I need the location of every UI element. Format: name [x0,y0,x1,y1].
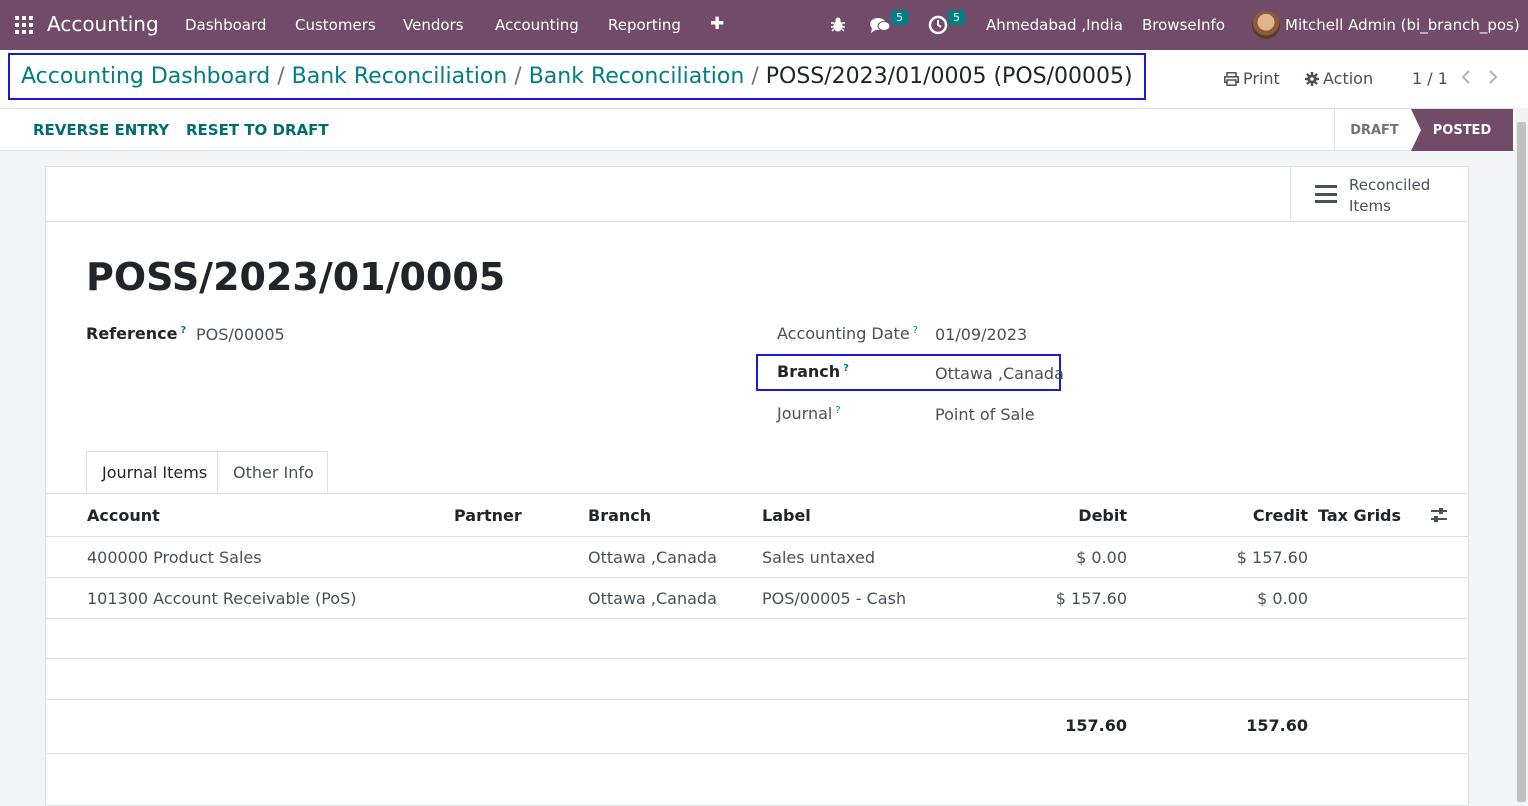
help-icon[interactable]: ? [913,325,918,336]
cell-debit: $ 0.00 [1076,548,1127,567]
website-link[interactable]: BrowseInfo [1142,16,1225,34]
company-switcher[interactable]: Ahmedabad ,India [986,16,1123,34]
status-draft[interactable]: DRAFT [1334,109,1414,151]
action-button[interactable]: Action [1305,69,1373,88]
reconciled-items-button[interactable]: Reconciled Items [1290,167,1468,222]
tab-other-info[interactable]: Other Info [218,451,328,493]
row-divider [46,618,1468,619]
column-partner[interactable]: Partner [454,506,522,525]
pager-next-icon[interactable] [1488,69,1498,85]
row-divider [46,658,1468,659]
gear-icon [1305,71,1319,86]
status-bar: REVERSE ENTRY RESET TO DRAFT DRAFT POSTE… [0,108,1528,151]
totals-divider [46,753,1468,754]
column-label[interactable]: Label [762,506,811,525]
activities-count-badge: 5 [948,10,965,25]
print-button[interactable]: Print [1224,69,1280,88]
user-menu[interactable]: Mitchell Admin (bi_branch_pos) [1285,16,1520,34]
column-account[interactable]: Account [87,506,160,525]
cell-label: Sales untaxed [762,548,876,567]
scrollbar-thumb[interactable] [1517,122,1526,802]
user-avatar[interactable] [1252,11,1280,39]
control-panel: Accounting Dashboard / Bank Reconciliati… [0,50,1528,151]
status-posted[interactable]: POSTED [1411,109,1513,151]
record-title: POSS/2023/01/0005 [86,255,506,299]
messages-count-badge: 5 [891,10,908,25]
branch-label: Branch? [777,362,849,381]
app-name[interactable]: Accounting [47,12,159,36]
cell-account: 101300 Account Receivable (PoS) [87,589,357,608]
main-navbar: Accounting Dashboard Customers Vendors A… [0,0,1528,50]
breadcrumb-accounting-dashboard[interactable]: Accounting Dashboard [21,64,270,89]
tab-divider [46,493,1468,494]
pager-previous-icon[interactable] [1461,69,1471,85]
branch-value[interactable]: Ottawa ,Canada [935,364,1064,383]
messages-icon[interactable] [869,16,891,34]
journal-value[interactable]: Point of Sale [935,405,1035,424]
column-branch[interactable]: Branch [588,506,651,525]
breadcrumb-current: POSS/2023/01/0005 (POS/00005) [765,64,1133,89]
cell-branch: Ottawa ,Canada [588,548,717,567]
button-box: Reconciled Items [46,167,1468,222]
add-menu-icon[interactable]: ✚ [710,14,724,34]
menu-reporting[interactable]: Reporting [608,16,681,34]
cell-branch: Ottawa ,Canada [588,589,717,608]
list-bars-icon [1315,185,1337,203]
pager-value[interactable]: 1 / 1 [1412,69,1448,88]
cell-credit: $ 0.00 [1257,589,1308,608]
column-debit[interactable]: Debit [1027,506,1127,525]
help-icon[interactable]: ? [835,405,840,416]
journal-label: Journal? [777,404,841,423]
form-sheet: Reconciled Items POSS/2023/01/0005 Refer… [45,166,1469,806]
accounting-date-label: Accounting Date? [777,324,918,343]
menu-vendors[interactable]: Vendors [403,16,464,34]
breadcrumb-separator: / [514,64,522,89]
cell-debit: $ 157.60 [1055,589,1127,608]
optional-columns-icon[interactable] [1430,507,1448,523]
reference-label: Reference? [86,324,187,343]
table-header-divider [46,536,1468,537]
accounting-date-value[interactable]: 01/09/2023 [935,325,1027,344]
column-tax-grids[interactable]: Tax Grids [1318,506,1401,525]
cell-label: POS/00005 - Cash [762,589,907,608]
help-icon[interactable]: ? [843,363,849,374]
tab-journal-items[interactable]: Journal Items [86,451,218,493]
page-scrollbar[interactable] [1515,108,1528,802]
print-label: Print [1243,69,1280,88]
debug-bug-icon[interactable] [830,16,846,33]
reverse-entry-button[interactable]: REVERSE ENTRY [33,121,169,139]
row-divider [46,577,1468,578]
breadcrumb-bank-reconciliation[interactable]: Bank Reconciliation [292,64,508,89]
help-icon[interactable]: ? [180,325,186,336]
row-divider [46,699,1468,700]
breadcrumb: Accounting Dashboard / Bank Reconciliati… [8,53,1146,100]
column-credit[interactable]: Credit [1208,506,1308,525]
total-debit: 157.60 [1065,716,1127,735]
breadcrumb-separator: / [277,64,285,89]
action-label: Action [1323,69,1374,88]
menu-dashboard[interactable]: Dashboard [185,16,266,34]
menu-customers[interactable]: Customers [295,16,376,34]
cell-credit: $ 157.60 [1236,548,1308,567]
cell-account: 400000 Product Sales [87,548,262,567]
activities-clock-icon[interactable] [928,15,948,35]
breadcrumb-bank-reconciliation-2[interactable]: Bank Reconciliation [529,64,745,89]
menu-accounting[interactable]: Accounting [495,16,579,34]
total-credit: 157.60 [1246,716,1308,735]
print-icon [1224,71,1239,86]
reconciled-items-label: Reconciled Items [1349,176,1431,215]
apps-menu-icon[interactable] [15,16,33,34]
breadcrumb-separator: / [751,64,759,89]
reference-value[interactable]: POS/00005 [196,325,285,344]
reset-to-draft-button[interactable]: RESET TO DRAFT [186,121,329,139]
